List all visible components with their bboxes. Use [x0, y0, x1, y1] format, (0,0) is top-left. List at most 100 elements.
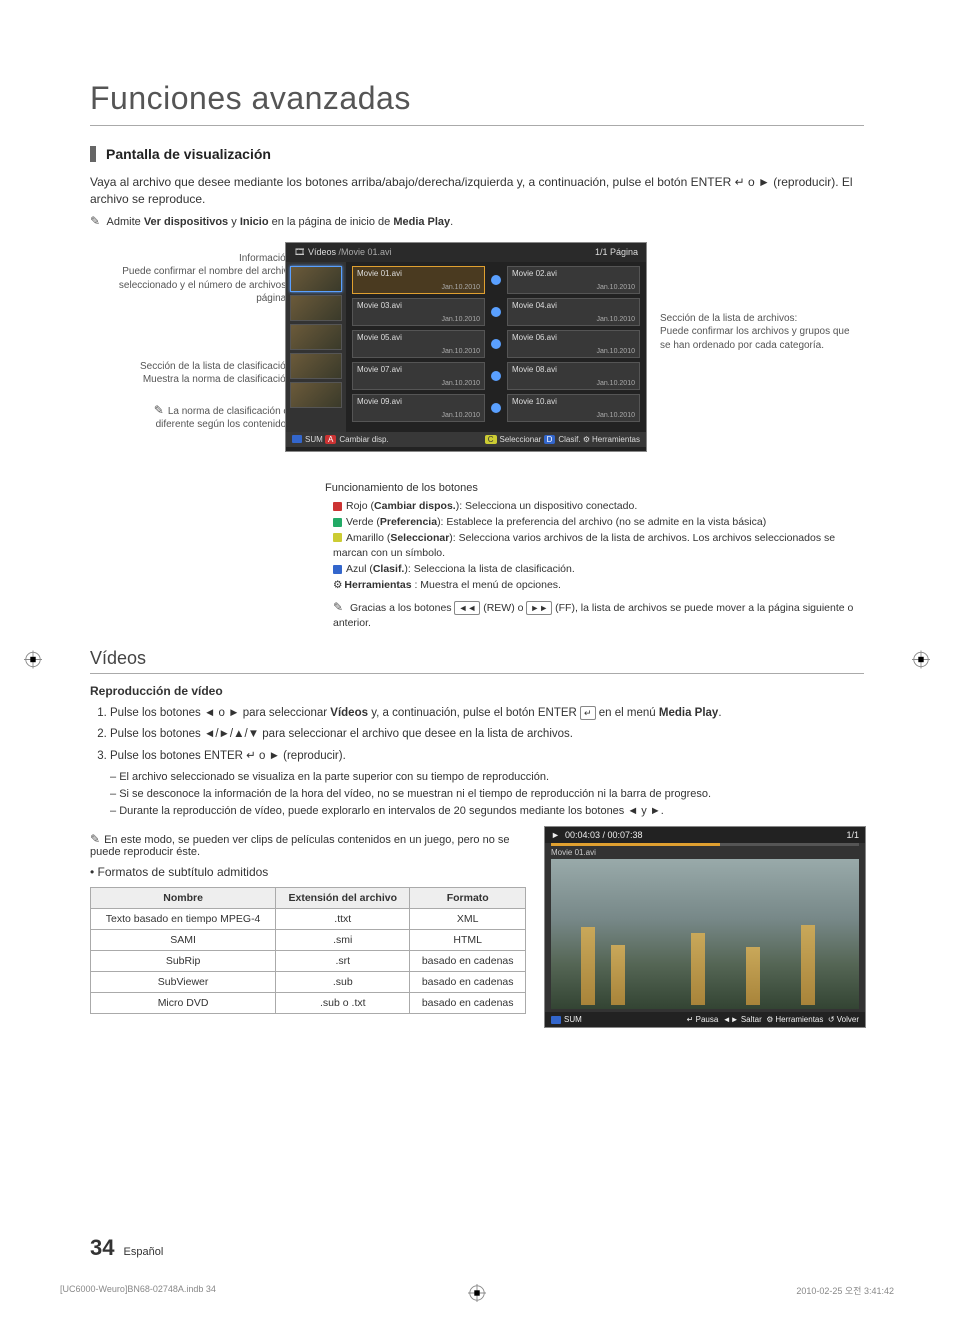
- sort-thumb[interactable]: [290, 382, 342, 408]
- green-square-icon: [333, 518, 342, 527]
- a-button-chip[interactable]: A: [325, 435, 336, 444]
- file-item[interactable]: Movie 02.aviJan.10.2010: [507, 266, 640, 294]
- col-ext: Extensión del archivo: [276, 888, 410, 909]
- callout-sort-section: Sección de la lista de clasificación: Mu…: [114, 360, 294, 387]
- tools-icon: [333, 579, 344, 591]
- callout-file-list: Sección de la lista de archivos: Puede c…: [660, 312, 850, 353]
- file-grid: Movie 01.aviJan.10.2010 Movie 02.aviJan.…: [346, 262, 646, 432]
- step3-sublist: El archivo seleccionado se visualiza en …: [110, 769, 864, 820]
- table-row: SAMI.smiHTML: [91, 930, 526, 951]
- page-number: 34: [90, 1235, 114, 1260]
- registration-mark-icon: [468, 1284, 486, 1304]
- now-playing-path: Movie 01.avi: [545, 846, 865, 859]
- yellow-square-icon: [333, 533, 342, 542]
- media-play-figure: Información: Puede confirmar el nombre d…: [90, 242, 864, 472]
- rewind-icon: [454, 601, 480, 615]
- c-button-chip[interactable]: C: [485, 435, 497, 444]
- blue-square-icon: [333, 565, 342, 574]
- text: Media Play: [393, 216, 450, 228]
- section-videos-header: Vídeos: [90, 648, 864, 669]
- text: Herramientas: [592, 435, 640, 444]
- print-file: [UC6000-Weuro]BN68-02748A.indb 34: [60, 1284, 216, 1297]
- device-label: SUM: [305, 435, 323, 444]
- divider: [90, 125, 864, 126]
- file-item[interactable]: Movie 03.aviJan.10.2010: [352, 298, 485, 326]
- select-dot-icon: [491, 403, 501, 413]
- divider: [90, 673, 864, 674]
- table-row: Micro DVD.sub o .txtbasado en cadenas: [91, 993, 526, 1014]
- callout-sort-note: La norma de clasificación es diferente s…: [114, 402, 294, 432]
- file-item[interactable]: Movie 05.aviJan.10.2010: [352, 330, 485, 358]
- text: y: [228, 216, 240, 228]
- print-timestamp: 2010-02-25 오전 3:41:42: [796, 1284, 894, 1297]
- button-ops-header: Funcionamiento de los botones: [325, 480, 864, 497]
- file-item[interactable]: Movie 07.aviJan.10.2010: [352, 362, 485, 390]
- sub-3: Durante la reproducción de vídeo, puede …: [110, 803, 864, 820]
- sub-2: Si se desconoce la información de la hor…: [110, 786, 864, 803]
- media-header: 🎞 Vídeos /Movie 01.avi 1/1 Página: [286, 243, 646, 262]
- text: Puede confirmar los archivos y grupos qu…: [660, 326, 850, 351]
- subtitle-formats-table: Nombre Extensión del archivo Formato Tex…: [90, 887, 526, 1014]
- time-indicator: 00:04:03 / 00:07:38: [565, 830, 643, 840]
- file-item[interactable]: Movie 04.aviJan.10.2010: [507, 298, 640, 326]
- file-item[interactable]: Movie 08.aviJan.10.2010: [507, 362, 640, 390]
- media-footer: SUM ACambiar disp. CSeleccionar DClasif.…: [286, 432, 646, 447]
- breadcrumb-path: /Movie 01.avi: [339, 247, 392, 257]
- d-button-chip[interactable]: D: [544, 435, 556, 444]
- sub-1: El archivo seleccionado se visualiza en …: [110, 769, 864, 786]
- sort-thumb[interactable]: [290, 266, 342, 292]
- text: en la página de inicio de: [269, 216, 394, 228]
- sort-thumb[interactable]: [290, 295, 342, 321]
- enter-icon: [580, 706, 596, 720]
- red-square-icon: [333, 502, 342, 511]
- device-icon: [292, 435, 302, 443]
- file-item[interactable]: Movie 10.aviJan.10.2010: [507, 394, 640, 422]
- step-3: Pulse los botones ENTER ↵ o ► (reproduci…: [110, 747, 864, 765]
- text: Seleccionar: [500, 435, 542, 444]
- text: Ver dispositivos: [144, 216, 228, 228]
- tab-videos[interactable]: Vídeos: [308, 247, 336, 257]
- tools-icon[interactable]: [583, 435, 592, 444]
- step-1: Pulse los botones ◄ o ► para seleccionar…: [110, 704, 864, 722]
- pause-icon[interactable]: ↵: [687, 1015, 694, 1024]
- col-name: Nombre: [91, 888, 276, 909]
- play-icon[interactable]: ►: [551, 830, 560, 840]
- select-dot-icon: [491, 307, 501, 317]
- tools-icon[interactable]: [766, 1015, 775, 1024]
- select-dot-icon: [491, 371, 501, 381]
- print-footer: [UC6000-Weuro]BN68-02748A.indb 34 2010-0…: [60, 1284, 894, 1297]
- intro-paragraph: Vaya al archivo que desee mediante los b…: [90, 174, 864, 208]
- clip-note: En este modo, se pueden ver clips de pel…: [90, 832, 526, 858]
- select-dot-icon: [491, 339, 501, 349]
- return-icon[interactable]: ↺: [828, 1015, 835, 1024]
- table-row: SubRip.srtbasado en cadenas: [91, 951, 526, 972]
- file-item[interactable]: Movie 01.aviJan.10.2010: [352, 266, 485, 294]
- text: Inicio: [240, 216, 269, 228]
- video-player-screenshot: ► 00:04:03 / 00:07:38 1/1 Movie 01.avi S…: [544, 826, 866, 1028]
- step-2: Pulse los botones ◄/►/▲/▼ para seleccion…: [110, 725, 864, 743]
- file-item[interactable]: Movie 06.aviJan.10.2010: [507, 330, 640, 358]
- progress-bar[interactable]: [551, 843, 859, 846]
- video-frame: [551, 859, 859, 1009]
- formats-bullet: • Formatos de subtítulo admitidos: [90, 864, 526, 881]
- table-row: Texto basado en tiempo MPEG-4.ttxtXML: [91, 909, 526, 930]
- text: Puede confirmar el nombre del archivo se…: [119, 266, 294, 304]
- text: Clasif.: [558, 435, 580, 444]
- page-footer: 34 Español: [90, 1235, 163, 1261]
- sort-thumb[interactable]: [290, 353, 342, 379]
- sort-thumb[interactable]: [290, 324, 342, 350]
- skip-icon[interactable]: ◄►: [723, 1015, 739, 1024]
- text: Admite: [107, 216, 144, 228]
- button-operations: Funcionamiento de los botones Rojo (Camb…: [325, 480, 864, 633]
- page-title: Funciones avanzadas: [90, 80, 864, 117]
- note-media-play: Admite Ver dispositivos y Inicio en la p…: [90, 214, 864, 228]
- file-item[interactable]: Movie 09.aviJan.10.2010: [352, 394, 485, 422]
- sort-thumbnail-column[interactable]: [286, 262, 346, 432]
- registration-mark-icon: [912, 650, 930, 671]
- subsection-video-playback: Reproducción de vídeo: [90, 684, 864, 698]
- callout-information: Información: Puede confirmar el nombre d…: [114, 252, 294, 306]
- media-play-screenshot: 🎞 Vídeos /Movie 01.avi 1/1 Página Movie …: [285, 242, 647, 452]
- device-icon: [551, 1016, 561, 1024]
- registration-mark-icon: [24, 650, 42, 671]
- col-format: Formato: [410, 888, 526, 909]
